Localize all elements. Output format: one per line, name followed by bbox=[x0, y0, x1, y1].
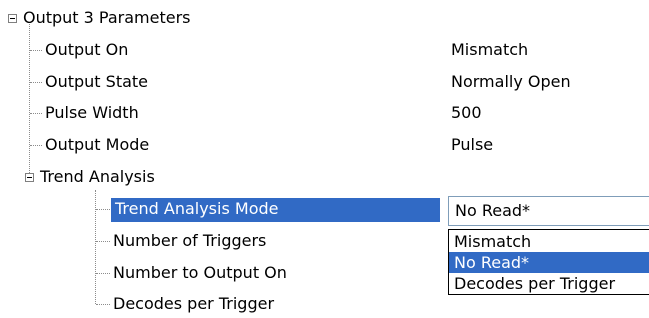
tree-connector bbox=[96, 209, 110, 210]
tree-connector-trend bbox=[95, 190, 96, 304]
tree-connector bbox=[96, 304, 110, 305]
tree-root-label[interactable]: Output 3 Parameters bbox=[23, 8, 191, 28]
trend-analysis-mode-label[interactable]: Trend Analysis Mode bbox=[115, 199, 278, 219]
combobox-value: No Read* bbox=[455, 201, 531, 220]
number-of-triggers-label[interactable]: Number of Triggers bbox=[113, 231, 266, 251]
output-on-label[interactable]: Output On bbox=[45, 40, 128, 60]
pulse-width-value[interactable]: 500 bbox=[451, 103, 482, 123]
output-mode-label[interactable]: Output Mode bbox=[45, 135, 149, 155]
trend-analysis-mode-dropdown[interactable]: Mismatch No Read* Decodes per Trigger bbox=[448, 229, 649, 295]
tree-connector bbox=[30, 82, 42, 83]
number-to-output-on-label[interactable]: Number to Output On bbox=[113, 263, 287, 283]
tree-connector bbox=[30, 50, 42, 51]
output-state-label[interactable]: Output State bbox=[45, 72, 148, 92]
tree-connector bbox=[30, 113, 42, 114]
option-no-read[interactable]: No Read* bbox=[449, 252, 649, 273]
output-state-value[interactable]: Normally Open bbox=[451, 72, 571, 92]
output-on-value[interactable]: Mismatch bbox=[451, 40, 528, 60]
collapse-trend-analysis-icon[interactable] bbox=[25, 173, 34, 182]
tree-connector bbox=[30, 145, 42, 146]
trend-analysis-mode-row[interactable]: Trend Analysis Mode bbox=[111, 198, 440, 222]
option-mismatch[interactable]: Mismatch bbox=[449, 231, 649, 252]
collapse-root-icon[interactable] bbox=[8, 14, 17, 23]
option-decodes-per-trigger[interactable]: Decodes per Trigger bbox=[449, 273, 649, 294]
tree-connector-root bbox=[29, 24, 30, 177]
tree-connector bbox=[96, 241, 110, 242]
decodes-per-trigger-label[interactable]: Decodes per Trigger bbox=[113, 294, 274, 314]
trend-analysis-label[interactable]: Trend Analysis bbox=[40, 167, 155, 187]
tree-connector bbox=[96, 273, 110, 274]
trend-analysis-mode-combobox[interactable]: No Read* bbox=[448, 196, 649, 226]
pulse-width-label[interactable]: Pulse Width bbox=[45, 103, 139, 123]
output-mode-value[interactable]: Pulse bbox=[451, 135, 493, 155]
